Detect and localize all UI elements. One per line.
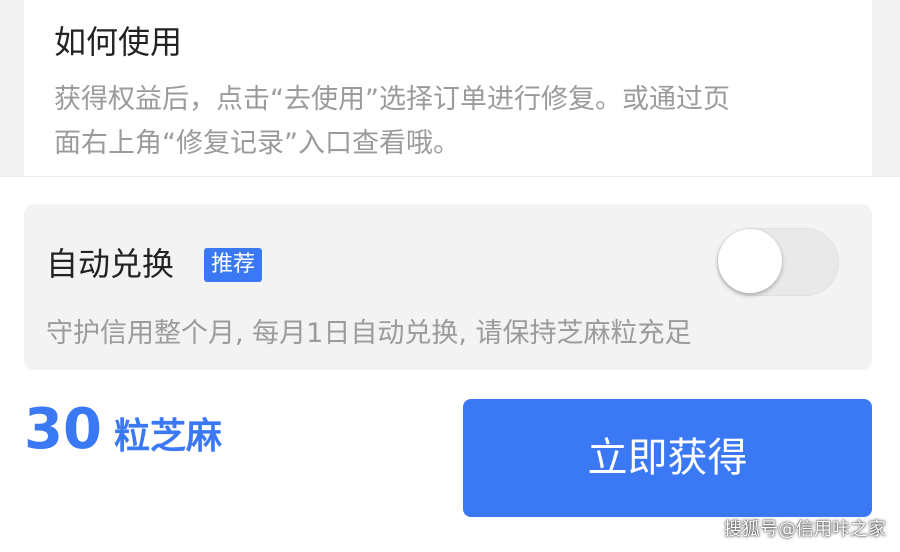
auto-exchange-card: 自动兑换 推荐 守护信用整个月, 每月1日自动兑换, 请保持芝麻粒充足 bbox=[24, 204, 872, 370]
auto-exchange-toggle[interactable] bbox=[717, 228, 839, 296]
price-unit: 粒芝麻 bbox=[113, 416, 222, 457]
usage-description: 获得权益后，点击“去使用”选择订单进行修复。或通过页 面右上角“修复记录”入口查… bbox=[54, 78, 854, 166]
bottom-action-panel: 自动兑换 推荐 守护信用整个月, 每月1日自动兑换, 请保持芝麻粒充足 30 粒芝… bbox=[0, 176, 900, 552]
price-amount: 30 bbox=[24, 397, 102, 462]
toggle-knob bbox=[718, 229, 782, 293]
usage-description-line: 获得权益后，点击“去使用”选择订单进行修复。或通过页 bbox=[54, 84, 730, 115]
auto-exchange-description: 守护信用整个月, 每月1日自动兑换, 请保持芝麻粒充足 bbox=[46, 318, 692, 349]
usage-title: 如何使用 bbox=[54, 23, 183, 61]
auto-exchange-title: 自动兑换 bbox=[46, 245, 175, 283]
watermark-text: 搜狐号@信用咔之家 bbox=[724, 519, 886, 540]
recommend-badge: 推荐 bbox=[204, 248, 263, 282]
usage-card: 如何使用 获得权益后，点击“去使用”选择订单进行修复。或通过页 面右上角“修复记… bbox=[24, 0, 872, 176]
usage-description-line: 面右上角“修复记录”入口查看哦。 bbox=[54, 128, 460, 159]
price-display: 30 粒芝麻 bbox=[24, 395, 222, 465]
get-now-button[interactable]: 立即获得 bbox=[463, 399, 872, 517]
